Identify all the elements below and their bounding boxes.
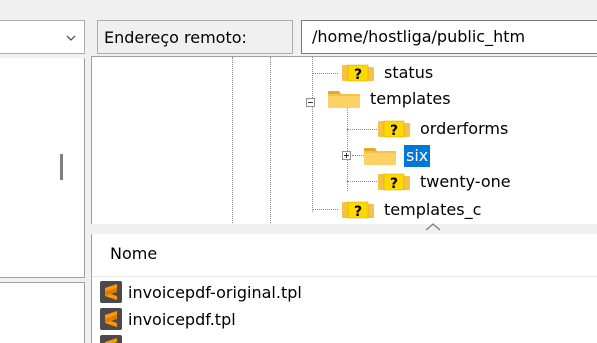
tree-item-orderforms[interactable]: ? orderforms bbox=[376, 116, 510, 142]
tree-connector bbox=[347, 181, 377, 182]
tree-item-status[interactable]: ? status bbox=[340, 60, 435, 86]
tree-item-twenty-one[interactable]: ? twenty-one bbox=[376, 169, 513, 195]
tree-item-label: six bbox=[404, 145, 431, 167]
local-file-list[interactable] bbox=[0, 282, 85, 343]
file-row[interactable]: invoicepdf.tpl bbox=[100, 306, 236, 332]
sublime-file-icon bbox=[100, 335, 122, 343]
local-pane bbox=[0, 0, 87, 343]
column-header-name[interactable]: Nome bbox=[92, 234, 597, 277]
chevron-down-icon[interactable] bbox=[66, 33, 76, 43]
local-address-dropdown[interactable] bbox=[0, 20, 85, 54]
chevron-up-icon bbox=[425, 223, 441, 231]
remote-address-label: Endereço remoto: bbox=[97, 20, 293, 54]
tree-item-six[interactable]: six bbox=[362, 143, 431, 169]
unknown-folder-icon: ? bbox=[342, 201, 374, 220]
remote-directory-tree[interactable]: ? status templates ? orderforms six ? tw… bbox=[91, 56, 597, 224]
collapse-toggle[interactable] bbox=[306, 98, 315, 107]
ftp-client-window: Endereço remoto: /home/hostliga/public_h… bbox=[0, 0, 597, 343]
expand-toggle[interactable] bbox=[342, 151, 351, 160]
sublime-file-icon bbox=[100, 281, 122, 303]
tree-connector bbox=[347, 129, 377, 130]
tree-item-templates[interactable]: templates bbox=[326, 86, 453, 112]
tree-item-label: templates bbox=[370, 89, 451, 108]
tree-item-templates-c[interactable]: ? templates_c bbox=[340, 197, 483, 223]
folder-icon bbox=[328, 91, 360, 108]
file-name: invoicepdf.tpl bbox=[128, 309, 236, 329]
tree-item-label: twenty-one bbox=[420, 172, 511, 191]
tree-guide-line bbox=[312, 57, 313, 212]
remote-pane: Endereço remoto: /home/hostliga/public_h… bbox=[87, 0, 597, 343]
remote-address-bar: Endereço remoto: /home/hostliga/public_h… bbox=[91, 20, 597, 54]
tree-item-label: templates_c bbox=[384, 200, 482, 219]
tree-item-label: orderforms bbox=[420, 119, 509, 138]
tree-item-label: status bbox=[384, 63, 434, 82]
svg-text:?: ? bbox=[390, 176, 398, 192]
remote-address-input[interactable]: /home/hostliga/public_htm bbox=[301, 20, 597, 54]
sublime-file-icon bbox=[100, 308, 122, 330]
tree-connector bbox=[312, 73, 338, 74]
svg-text:?: ? bbox=[354, 204, 362, 220]
tree-guide-line bbox=[232, 57, 233, 224]
scrollbar-thumb[interactable] bbox=[60, 154, 63, 180]
file-name: invoicepdf-original.tpl bbox=[128, 282, 302, 302]
file-row[interactable]: invoicepdf-original.tpl bbox=[100, 279, 302, 305]
tree-guide-line bbox=[270, 57, 271, 224]
pane-splitter[interactable] bbox=[91, 223, 597, 234]
unknown-folder-icon: ? bbox=[378, 173, 410, 192]
remote-file-list[interactable]: Nome invoicepdf-original.tpl invoicepdf.… bbox=[91, 234, 597, 343]
unknown-folder-icon: ? bbox=[342, 64, 374, 83]
file-row[interactable] bbox=[100, 333, 128, 343]
tree-guide-line bbox=[347, 103, 348, 191]
local-directory-tree[interactable] bbox=[0, 58, 85, 278]
svg-text:?: ? bbox=[354, 67, 362, 83]
tree-connector bbox=[312, 209, 338, 210]
svg-text:?: ? bbox=[390, 123, 398, 139]
unknown-folder-icon: ? bbox=[378, 120, 410, 139]
folder-icon bbox=[364, 148, 396, 165]
column-header-label: Nome bbox=[110, 244, 158, 263]
